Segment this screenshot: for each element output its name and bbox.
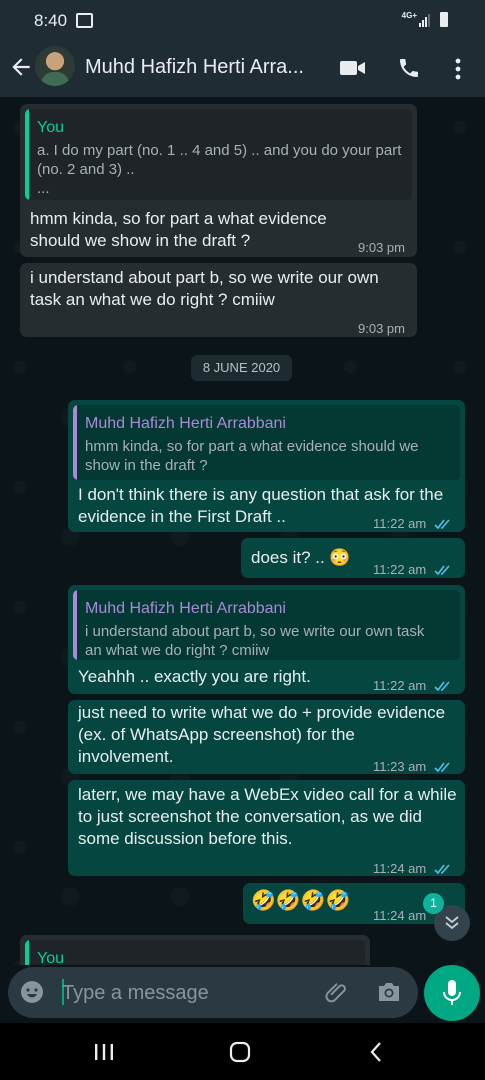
read-ticks-icon [434, 762, 450, 773]
system-nav-bar [0, 1023, 485, 1080]
camera-icon[interactable] [376, 980, 402, 1004]
quote-bar [25, 109, 29, 200]
contact-name[interactable]: Muhd Hafizh Herti Arra... [85, 56, 304, 79]
outgoing-message[interactable]: laterr, we may have a WebEx video call f… [68, 780, 465, 876]
outgoing-message[interactable]: does it? .. 😳 11:22 am [241, 538, 465, 578]
status-time: 8:40 [34, 11, 68, 30]
message-text: Yeahhh .. exactly you are right. [78, 667, 311, 686]
mic-button[interactable] [424, 965, 480, 1021]
avatar[interactable] [35, 46, 75, 86]
outgoing-message[interactable]: Muhd Hafizh Herti Arrabbani i understand… [68, 585, 465, 694]
outgoing-message[interactable]: just need to write what we do + provide … [68, 700, 465, 774]
message-text: 🤣🤣🤣🤣 [251, 890, 351, 912]
emoji-icon[interactable] [20, 980, 44, 1004]
video-call-icon[interactable] [340, 58, 366, 78]
quote-text: hmm kinda, so for part a what evidence s… [85, 438, 419, 474]
quoted-message[interactable]: Muhd Hafizh Herti Arrabbani i understand… [73, 590, 460, 660]
incoming-message-partial[interactable]: You [20, 935, 370, 965]
message-status: 11:23 am [373, 756, 452, 778]
quote-bar [73, 405, 77, 480]
message-time: 11:23 am [373, 759, 427, 774]
quote-text: a. I do my part (no. 1 .. 4 and 5) .. an… [37, 142, 402, 178]
message-time: 11:22 am [373, 516, 427, 531]
signal-icon [419, 14, 430, 27]
chat-area[interactable]: You a. I do my part (no. 1 .. 4 and 5) .… [0, 97, 485, 965]
quoted-message: You [25, 940, 365, 965]
quoted-message[interactable]: Muhd Hafizh Herti Arrabbani hmm kinda, s… [73, 405, 460, 480]
message-status: 11:22 am [373, 513, 452, 535]
quote-sender: You [37, 950, 64, 965]
read-ticks-icon [434, 681, 450, 692]
quote-bar [25, 940, 29, 965]
incoming-message[interactable]: You a. I do my part (no. 1 .. 4 and 5) .… [20, 104, 417, 257]
message-status: 11:24 am [373, 858, 452, 880]
home-icon[interactable] [229, 1041, 251, 1063]
message-time: 11:22 am [373, 562, 427, 577]
quote-sender: Muhd Hafizh Herti Arrabbani [85, 415, 286, 432]
phone-icon[interactable] [397, 56, 421, 80]
message-time: 11:24 am [373, 861, 427, 876]
message-placeholder[interactable]: Type a message [62, 982, 209, 1005]
recent-apps-icon[interactable] [93, 1043, 115, 1061]
read-ticks-icon [434, 565, 450, 576]
back-nav-icon[interactable] [368, 1041, 384, 1063]
quote-bar [73, 590, 77, 660]
more-vert-icon[interactable] [448, 57, 468, 81]
incoming-message[interactable]: i understand about part b, so we write o… [20, 263, 417, 337]
status-bar: 8:40 4G+ [0, 0, 485, 40]
quoted-message[interactable]: You a. I do my part (no. 1 .. 4 and 5) .… [25, 109, 412, 200]
outgoing-message[interactable]: Muhd Hafizh Herti Arrabbani hmm kinda, s… [68, 400, 465, 532]
message-time: 11:22 am [373, 678, 427, 693]
message-text: hmm kinda, so for part a what evidence s… [30, 209, 327, 250]
read-ticks-icon [434, 519, 450, 530]
mic-icon [443, 980, 461, 1005]
quote-more: ... [37, 180, 50, 197]
battery-icon [440, 12, 448, 27]
message-time: 9:03 pm [358, 321, 405, 336]
date-divider: 8 JUNE 2020 [191, 355, 292, 381]
message-text: laterr, we may have a WebEx video call f… [78, 785, 457, 848]
network-type: 4G+ [401, 11, 417, 20]
quote-sender: You [37, 119, 64, 136]
message-time: 9:03 pm [358, 240, 405, 255]
message-text: i understand about part b, so we write o… [30, 268, 379, 309]
message-status: 11:22 am [373, 675, 452, 697]
chat-header: Muhd Hafizh Herti Arra... [0, 40, 485, 97]
message-input[interactable]: Type a message [8, 967, 418, 1018]
read-ticks-icon [434, 864, 450, 875]
quote-sender: Muhd Hafizh Herti Arrabbani [85, 600, 286, 617]
gallery-notification-icon [76, 13, 93, 28]
quote-text: i understand about part b, so we write o… [85, 623, 425, 659]
attach-icon[interactable] [324, 979, 350, 1005]
message-status: 11:22 am [373, 559, 452, 581]
message-text: does it? .. 😳 [251, 548, 351, 567]
back-arrow-icon[interactable] [8, 54, 34, 80]
message-time: 11:24 am [373, 908, 427, 923]
unread-count-badge: 1 [423, 893, 444, 914]
composer: Type a message [0, 965, 485, 1023]
